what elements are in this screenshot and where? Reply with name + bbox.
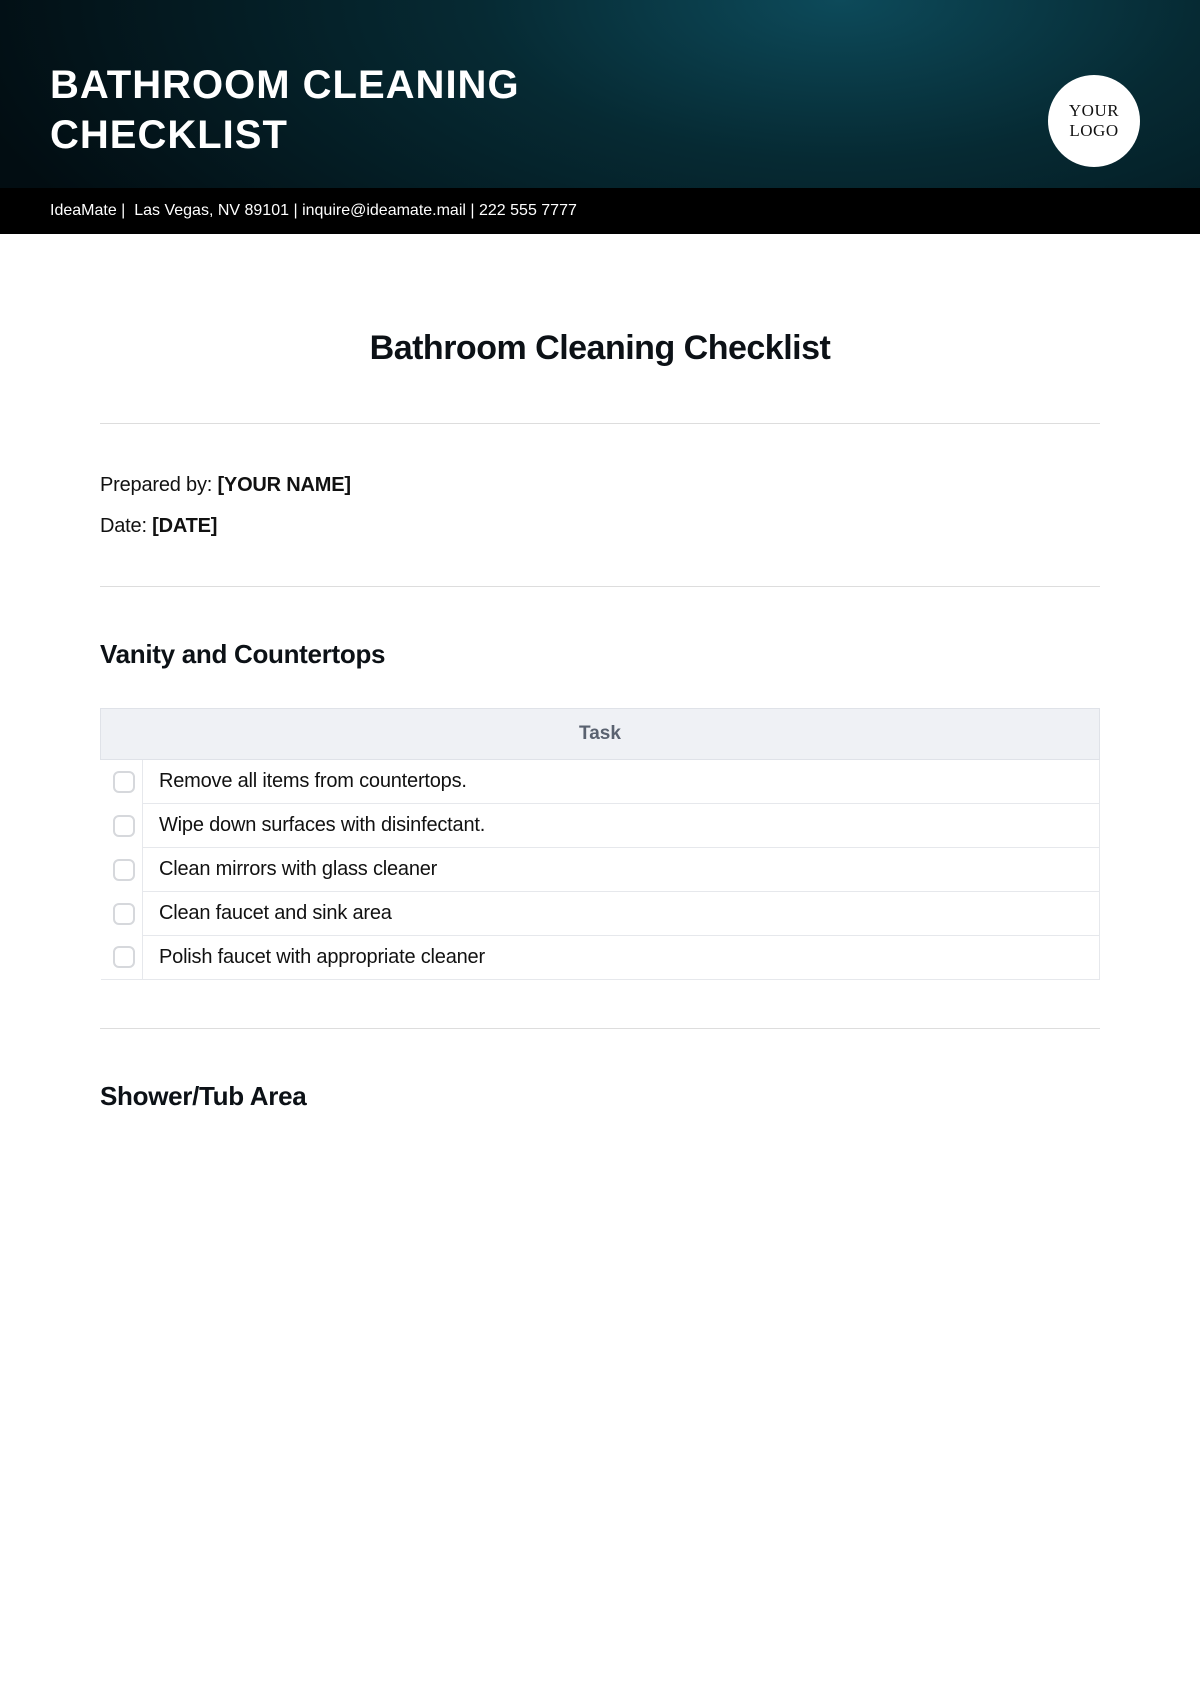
table-row: Polish faucet with appropriate cleaner [101, 936, 1100, 980]
checkbox-icon[interactable] [113, 815, 135, 837]
divider [100, 423, 1100, 424]
checkbox-icon[interactable] [113, 946, 135, 968]
task-text: Clean mirrors with glass cleaner [143, 848, 1099, 891]
header-banner: BATHROOM CLEANING CHECKLIST YOUR LOGO [0, 0, 1200, 188]
company-email: inquire@ideamate.mail [302, 202, 466, 219]
table-row: Wipe down surfaces with disinfectant. [101, 804, 1100, 848]
logo-line-1: YOUR [1069, 101, 1119, 120]
table-row: Clean faucet and sink area [101, 892, 1100, 936]
task-text: Remove all items from countertops. [143, 760, 1099, 803]
company-address: Las Vegas, NV 89101 [134, 202, 289, 219]
prepared-by-label: Prepared by: [100, 474, 217, 496]
task-text: Wipe down surfaces with disinfectant. [143, 804, 1099, 847]
meta-block: Prepared by: [YOUR NAME] Date: [DATE] [100, 474, 1100, 538]
logo-line-2: LOGO [1069, 121, 1118, 140]
date-value: [DATE] [152, 515, 217, 537]
checkbox-icon[interactable] [113, 859, 135, 881]
task-text: Polish faucet with appropriate cleaner [143, 936, 1099, 979]
checkbox-icon[interactable] [113, 771, 135, 793]
checkbox-icon[interactable] [113, 903, 135, 925]
company-phone: 222 555 7777 [479, 202, 577, 219]
task-text: Clean faucet and sink area [143, 892, 1099, 935]
table-row: Clean mirrors with glass cleaner [101, 848, 1100, 892]
document-title: Bathroom Cleaning Checklist [100, 329, 1100, 368]
section-title-vanity: Vanity and Countertops [100, 639, 1100, 670]
task-header: Task [101, 709, 1100, 760]
hero-title: BATHROOM CLEANING CHECKLIST [50, 60, 750, 160]
table-row: Remove all items from countertops. [101, 760, 1100, 804]
document-body: Bathroom Cleaning Checklist Prepared by:… [0, 234, 1200, 1190]
date-label: Date: [100, 515, 152, 537]
contact-bar: IdeaMate | Las Vegas, NV 89101 | inquire… [0, 188, 1200, 234]
company-name: IdeaMate [50, 202, 117, 219]
prepared-by-value: [YOUR NAME] [217, 474, 350, 496]
divider [100, 1028, 1100, 1029]
task-table-vanity: Task Remove all items from countertops. … [100, 708, 1100, 980]
prepared-by-line: Prepared by: [YOUR NAME] [100, 474, 1100, 497]
section-title-shower: Shower/Tub Area [100, 1081, 1100, 1112]
logo-placeholder: YOUR LOGO [1048, 75, 1140, 167]
divider [100, 586, 1100, 587]
date-line: Date: [DATE] [100, 515, 1100, 538]
